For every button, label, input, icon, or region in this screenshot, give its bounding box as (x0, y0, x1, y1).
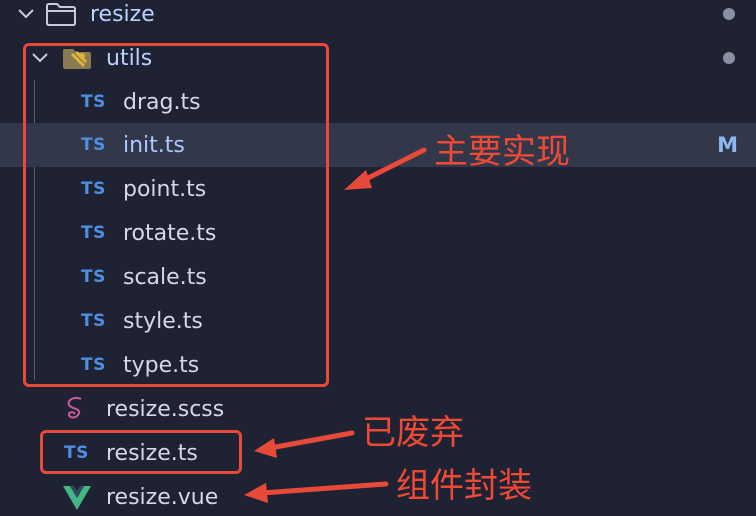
annotation-deprecated: 已废弃 (362, 413, 464, 453)
annotation-component-wrapper: 组件封装 (396, 466, 532, 506)
annotation-main-impl: 主要实现 (434, 132, 570, 172)
file-explorer-tree: resize utils TS drag.ts TS init.ts M TS … (0, 0, 756, 516)
